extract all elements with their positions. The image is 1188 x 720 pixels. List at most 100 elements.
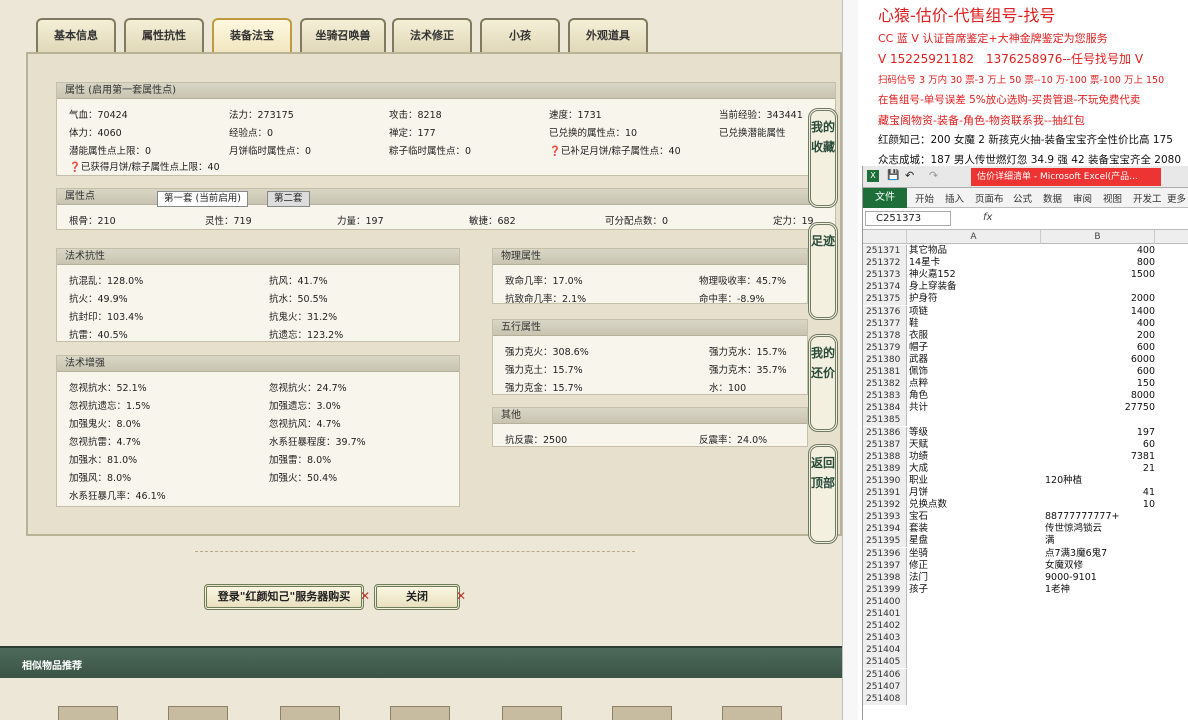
tab-mounts[interactable]: 坐骑召唤兽 [300,18,386,52]
cell-b[interactable]: 600 [1043,342,1155,354]
row-number[interactable]: 251387 [863,438,907,451]
cell-b[interactable]: 2000 [1043,293,1155,305]
cell-a[interactable]: 孩子 [909,584,928,596]
cell-b[interactable]: 满 [1043,535,1155,547]
similar-item-thumb[interactable] [612,706,672,720]
corner-cell[interactable] [863,230,907,244]
cell-b[interactable]: 10 [1043,499,1155,511]
row-number[interactable]: 251396 [863,547,907,560]
cell-a[interactable]: 共计 [909,402,928,414]
row-number[interactable]: 251378 [863,329,907,342]
undo-icon[interactable]: ↶ [905,169,914,182]
cell-b[interactable]: 600 [1043,366,1155,378]
column-header-b[interactable]: B [1041,230,1155,244]
row-number[interactable]: 251386 [863,426,907,439]
row-number[interactable]: 251373 [863,269,907,282]
ribbon-tab[interactable]: 公式 [1013,191,1032,205]
scrollbar[interactable] [842,0,858,720]
ribbon-tab[interactable]: 视图 [1103,191,1122,205]
row-number[interactable]: 251393 [863,511,907,524]
tab-spell-mods[interactable]: 法术修正 [392,18,472,52]
save-icon[interactable]: 💾 [887,170,899,181]
cell-b[interactable]: 1500 [1043,269,1155,281]
row-number[interactable]: 251395 [863,535,907,548]
cell-b[interactable]: 21 [1043,463,1155,475]
column-header-c[interactable] [1155,230,1188,244]
row-number[interactable]: 251403 [863,632,907,645]
row-number[interactable]: 251398 [863,571,907,584]
row-number[interactable]: 251400 [863,595,907,608]
cell-a[interactable]: 大成 [909,463,928,475]
cell-a[interactable]: 坐骑 [909,548,928,560]
cell-a[interactable]: 等级 [909,427,928,439]
row-number[interactable]: 251406 [863,668,907,681]
row-number[interactable]: 251374 [863,281,907,294]
row-number[interactable]: 251405 [863,656,907,669]
row-number[interactable]: 251392 [863,499,907,512]
ribbon-tab[interactable]: 审阅 [1073,191,1092,205]
my-favorites-button[interactable]: 我的收藏 [808,108,838,208]
ribbon-tab[interactable]: 插入 [945,191,964,205]
cell-a[interactable]: 套装 [909,523,928,535]
cell-b[interactable]: 400 [1043,245,1155,257]
cell-a[interactable]: 其它物品 [909,245,947,257]
row-number[interactable]: 251384 [863,402,907,415]
row-number[interactable]: 251404 [863,644,907,657]
cell-a[interactable]: 法门 [909,572,928,584]
row-number[interactable]: 251394 [863,523,907,536]
similar-item-thumb[interactable] [58,706,118,720]
cell-b[interactable]: 点7满3魔6鬼7 [1043,548,1155,560]
my-bargain-button[interactable]: 我的还价 [808,334,838,432]
row-number[interactable]: 251397 [863,559,907,572]
tab-equipment[interactable]: 装备法宝 [212,18,292,52]
row-number[interactable]: 251390 [863,474,907,487]
ribbon-tab[interactable]: 数据 [1043,191,1062,205]
cell-b[interactable]: 800 [1043,257,1155,269]
cell-a[interactable]: 点粹 [909,378,928,390]
close-button[interactable]: 关闭 [374,584,460,610]
column-header-a[interactable]: A [907,230,1041,244]
row-number[interactable]: 251375 [863,293,907,306]
row-number[interactable]: 251377 [863,317,907,330]
row-number[interactable]: 251407 [863,680,907,693]
cell-b[interactable]: 400 [1043,318,1155,330]
cell-a[interactable]: 宝石 [909,511,928,523]
cell-a[interactable]: 兑换点数 [909,499,947,511]
cell-a[interactable]: 衣服 [909,330,928,342]
cell-a[interactable]: 天赋 [909,439,928,451]
tab-appearance[interactable]: 外观道具 [568,18,648,52]
ribbon-tab[interactable]: 开始 [915,191,934,205]
cell-b[interactable]: 88777777777+ [1043,511,1155,523]
cell-b[interactable]: 120种植 [1043,475,1155,487]
row-number[interactable]: 251371 [863,245,907,258]
cell-a[interactable]: 武器 [909,354,928,366]
back-to-top-button[interactable]: 返回顶部 [808,444,838,544]
footprints-button[interactable]: 足迹 [808,222,838,320]
cell-a[interactable]: 角色 [909,390,928,402]
cell-a[interactable]: 修正 [909,560,928,572]
cell-b[interactable]: 传世惊鸿锁云 [1043,523,1155,535]
cell-a[interactable]: 功绩 [909,451,928,463]
cell-a[interactable]: 神火嘉152 [909,269,956,281]
cell-b[interactable]: 9000-9101 [1043,572,1155,584]
row-number[interactable]: 251383 [863,390,907,403]
tab-point-set-2[interactable]: 第二套 [267,191,310,207]
cell-a[interactable]: 14星卡 [909,257,940,269]
cell-b[interactable]: 8000 [1043,390,1155,402]
cell-b[interactable]: 60 [1043,439,1155,451]
tab-children[interactable]: 小孩 [480,18,560,52]
similar-item-thumb[interactable] [722,706,782,720]
cell-a[interactable]: 身上穿装备 [909,281,957,293]
tab-basic-info[interactable]: 基本信息 [36,18,116,52]
fx-icon[interactable]: fx [983,212,992,223]
cell-a[interactable]: 月饼 [909,487,928,499]
row-number[interactable]: 251376 [863,305,907,318]
ribbon-tab[interactable]: 更多 [1167,191,1186,205]
name-box[interactable]: C251373 [865,211,951,226]
similar-item-thumb[interactable] [280,706,340,720]
row-number[interactable]: 251402 [863,620,907,633]
similar-item-thumb[interactable] [502,706,562,720]
cell-b[interactable]: 女魔双修 [1043,560,1155,572]
row-number[interactable]: 251379 [863,341,907,354]
row-number[interactable]: 251389 [863,462,907,475]
